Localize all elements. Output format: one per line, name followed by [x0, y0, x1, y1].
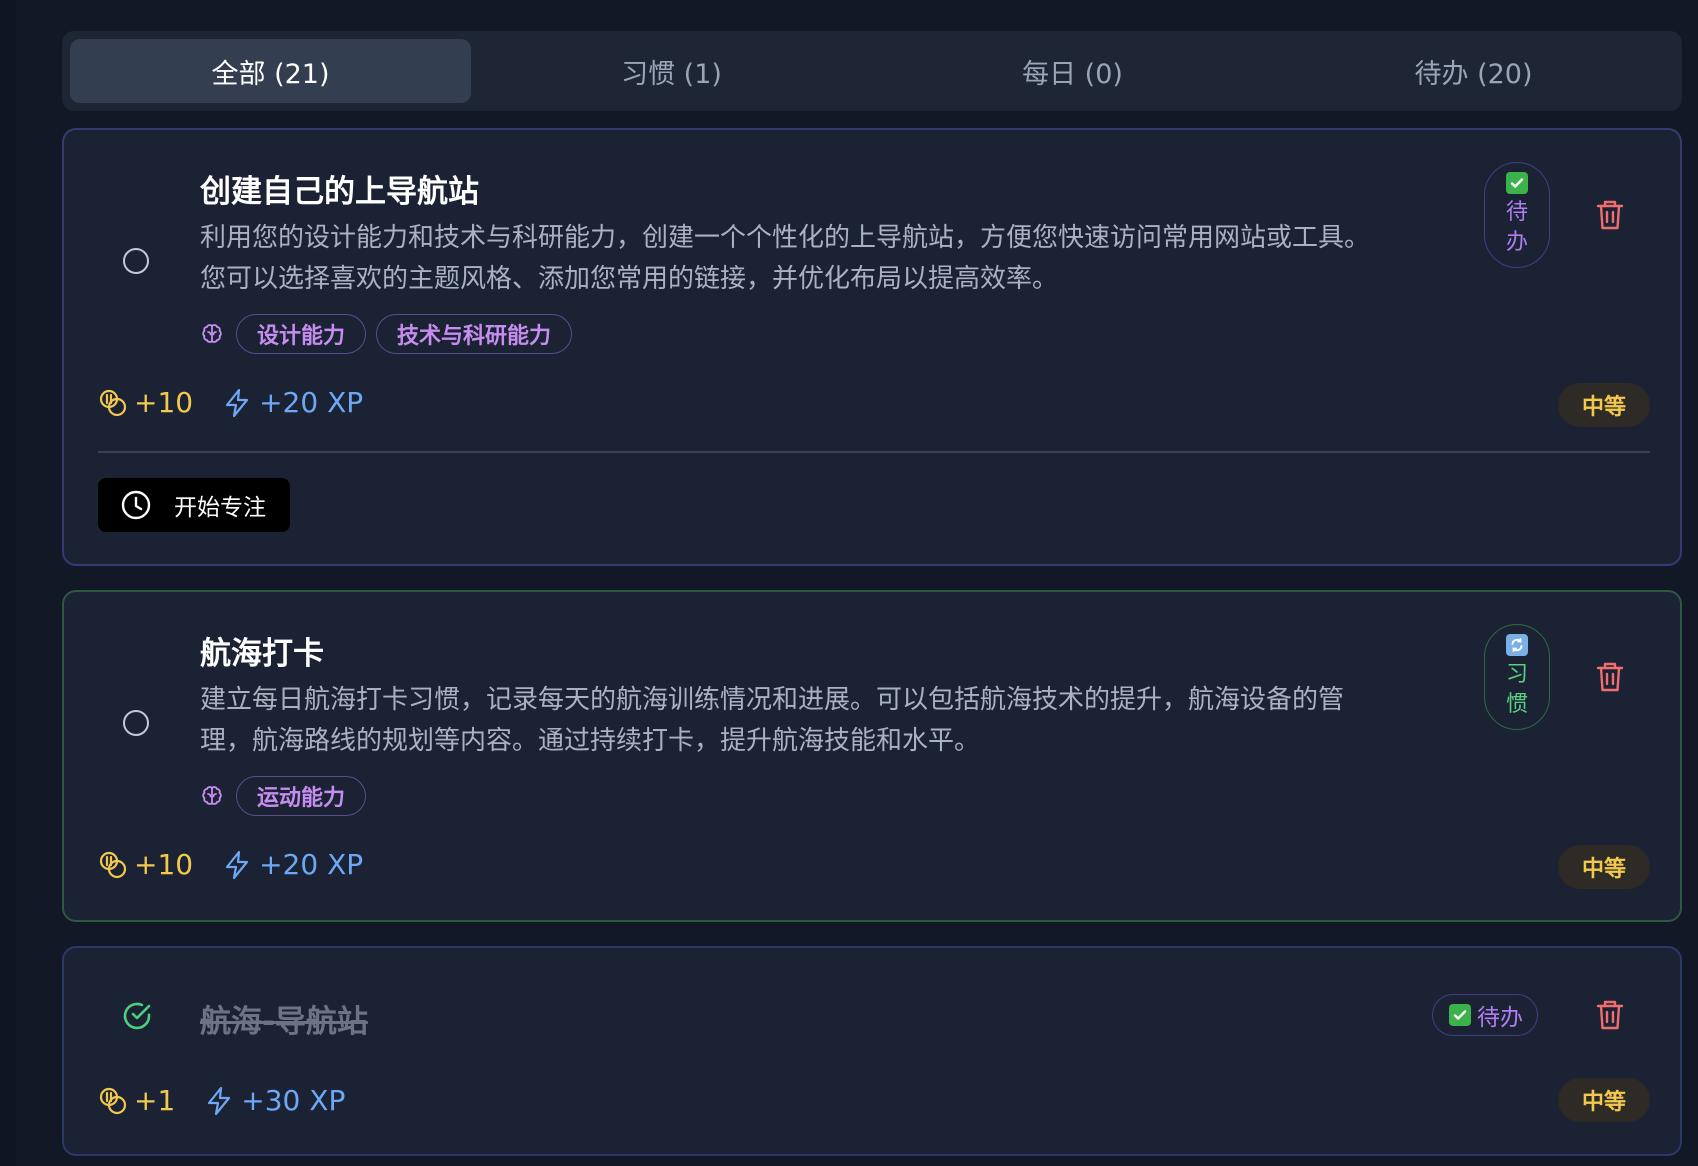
task-description: 利用您的设计能力和技术与科研能力，创建一个个性化的上导航站，方便您快速访问常用网…	[200, 218, 1500, 300]
start-focus-label: 开始专注	[174, 495, 266, 521]
task-title: 航海打卡	[200, 636, 324, 672]
brain-icon	[200, 784, 224, 808]
description-line: 理，航海路线的规划等内容。通过持续打卡，提升航海技能和水平。	[200, 726, 981, 756]
description-line: 您可以选择喜欢的主题风格、添加您常用的链接，并优化布局以提高效率。	[200, 264, 1059, 294]
xp-reward: +20 XP	[259, 848, 364, 881]
lightning-icon	[205, 1086, 233, 1116]
difficulty-badge: 中等	[1558, 845, 1650, 889]
coins-icon	[98, 388, 128, 418]
skill-tag[interactable]: 设计能力	[236, 314, 367, 354]
task-type-badge: 习 惯	[1484, 624, 1550, 730]
type-label: 待办	[1477, 1005, 1523, 1031]
coin-reward: +10	[134, 848, 194, 881]
tab-daily[interactable]: 每日 (0)	[872, 39, 1273, 103]
trash-icon[interactable]	[1594, 198, 1626, 236]
completed-check-icon[interactable]	[121, 1000, 153, 1032]
type-char: 待	[1505, 200, 1528, 225]
divider	[98, 451, 1650, 453]
type-char: 习	[1505, 662, 1528, 687]
xp-reward: +20 XP	[259, 386, 364, 419]
coins-icon	[98, 1086, 128, 1116]
coin-reward: +10	[134, 386, 194, 419]
task-title: 创建自己的上导航站	[200, 174, 479, 210]
rewards: +10 +20 XP	[98, 386, 363, 419]
skill-tag[interactable]: 技术与科研能力	[376, 314, 573, 354]
skill-tags: 设计能力 技术与科研能力	[200, 314, 573, 354]
task-card: 创建自己的上导航站 利用您的设计能力和技术与科研能力，创建一个个性化的上导航站，…	[62, 128, 1682, 566]
tab-all[interactable]: 全部 (21)	[70, 39, 471, 103]
task-card: 航海-导航站 +1 +30 XP 待办 中等	[62, 946, 1682, 1156]
difficulty-badge: 中等	[1558, 1078, 1650, 1122]
complete-checkbox[interactable]	[123, 710, 149, 736]
rewards: +10 +20 XP	[98, 848, 363, 881]
filter-tabs: 全部 (21) 习惯 (1) 每日 (0) 待办 (20)	[62, 31, 1682, 111]
task-card: 航海打卡 建立每日航海打卡习惯，记录每天的航海训练情况和进展。可以包括航海技术的…	[62, 590, 1682, 922]
complete-checkbox[interactable]	[123, 248, 149, 274]
left-rail	[0, 0, 16, 1166]
check-emoji-icon	[1449, 1004, 1471, 1026]
description-line: 建立每日航海打卡习惯，记录每天的航海训练情况和进展。可以包括航海技术的提升，航海…	[200, 685, 1345, 715]
lightning-icon	[223, 850, 251, 880]
tab-todos[interactable]: 待办 (20)	[1273, 39, 1674, 103]
clock-icon	[120, 489, 152, 521]
task-title: 航海-导航站	[200, 1004, 368, 1040]
trash-icon[interactable]	[1594, 660, 1626, 698]
difficulty-badge: 中等	[1558, 383, 1650, 427]
type-char: 办	[1505, 230, 1528, 255]
lightning-icon	[223, 388, 251, 418]
type-char: 惯	[1505, 692, 1528, 717]
check-emoji-icon	[1506, 172, 1528, 194]
trash-icon[interactable]	[1594, 998, 1626, 1036]
task-type-badge: 待办	[1432, 994, 1538, 1036]
rewards: +1 +30 XP	[98, 1084, 345, 1117]
description-line: 利用您的设计能力和技术与科研能力，创建一个个性化的上导航站，方便您快速访问常用网…	[200, 223, 1371, 253]
tab-habits[interactable]: 习惯 (1)	[471, 39, 872, 103]
coin-reward: +1	[134, 1084, 176, 1117]
task-type-badge: 待 办	[1484, 162, 1550, 268]
xp-reward: +30 XP	[241, 1084, 346, 1117]
coins-icon	[98, 850, 128, 880]
task-description: 建立每日航海打卡习惯，记录每天的航海训练情况和进展。可以包括航海技术的提升，航海…	[200, 680, 1500, 762]
start-focus-button[interactable]: 开始专注	[98, 478, 290, 532]
brain-icon	[200, 322, 224, 346]
skill-tags: 运动能力	[200, 776, 367, 816]
repeat-emoji-icon	[1506, 634, 1528, 656]
skill-tag[interactable]: 运动能力	[236, 776, 367, 816]
